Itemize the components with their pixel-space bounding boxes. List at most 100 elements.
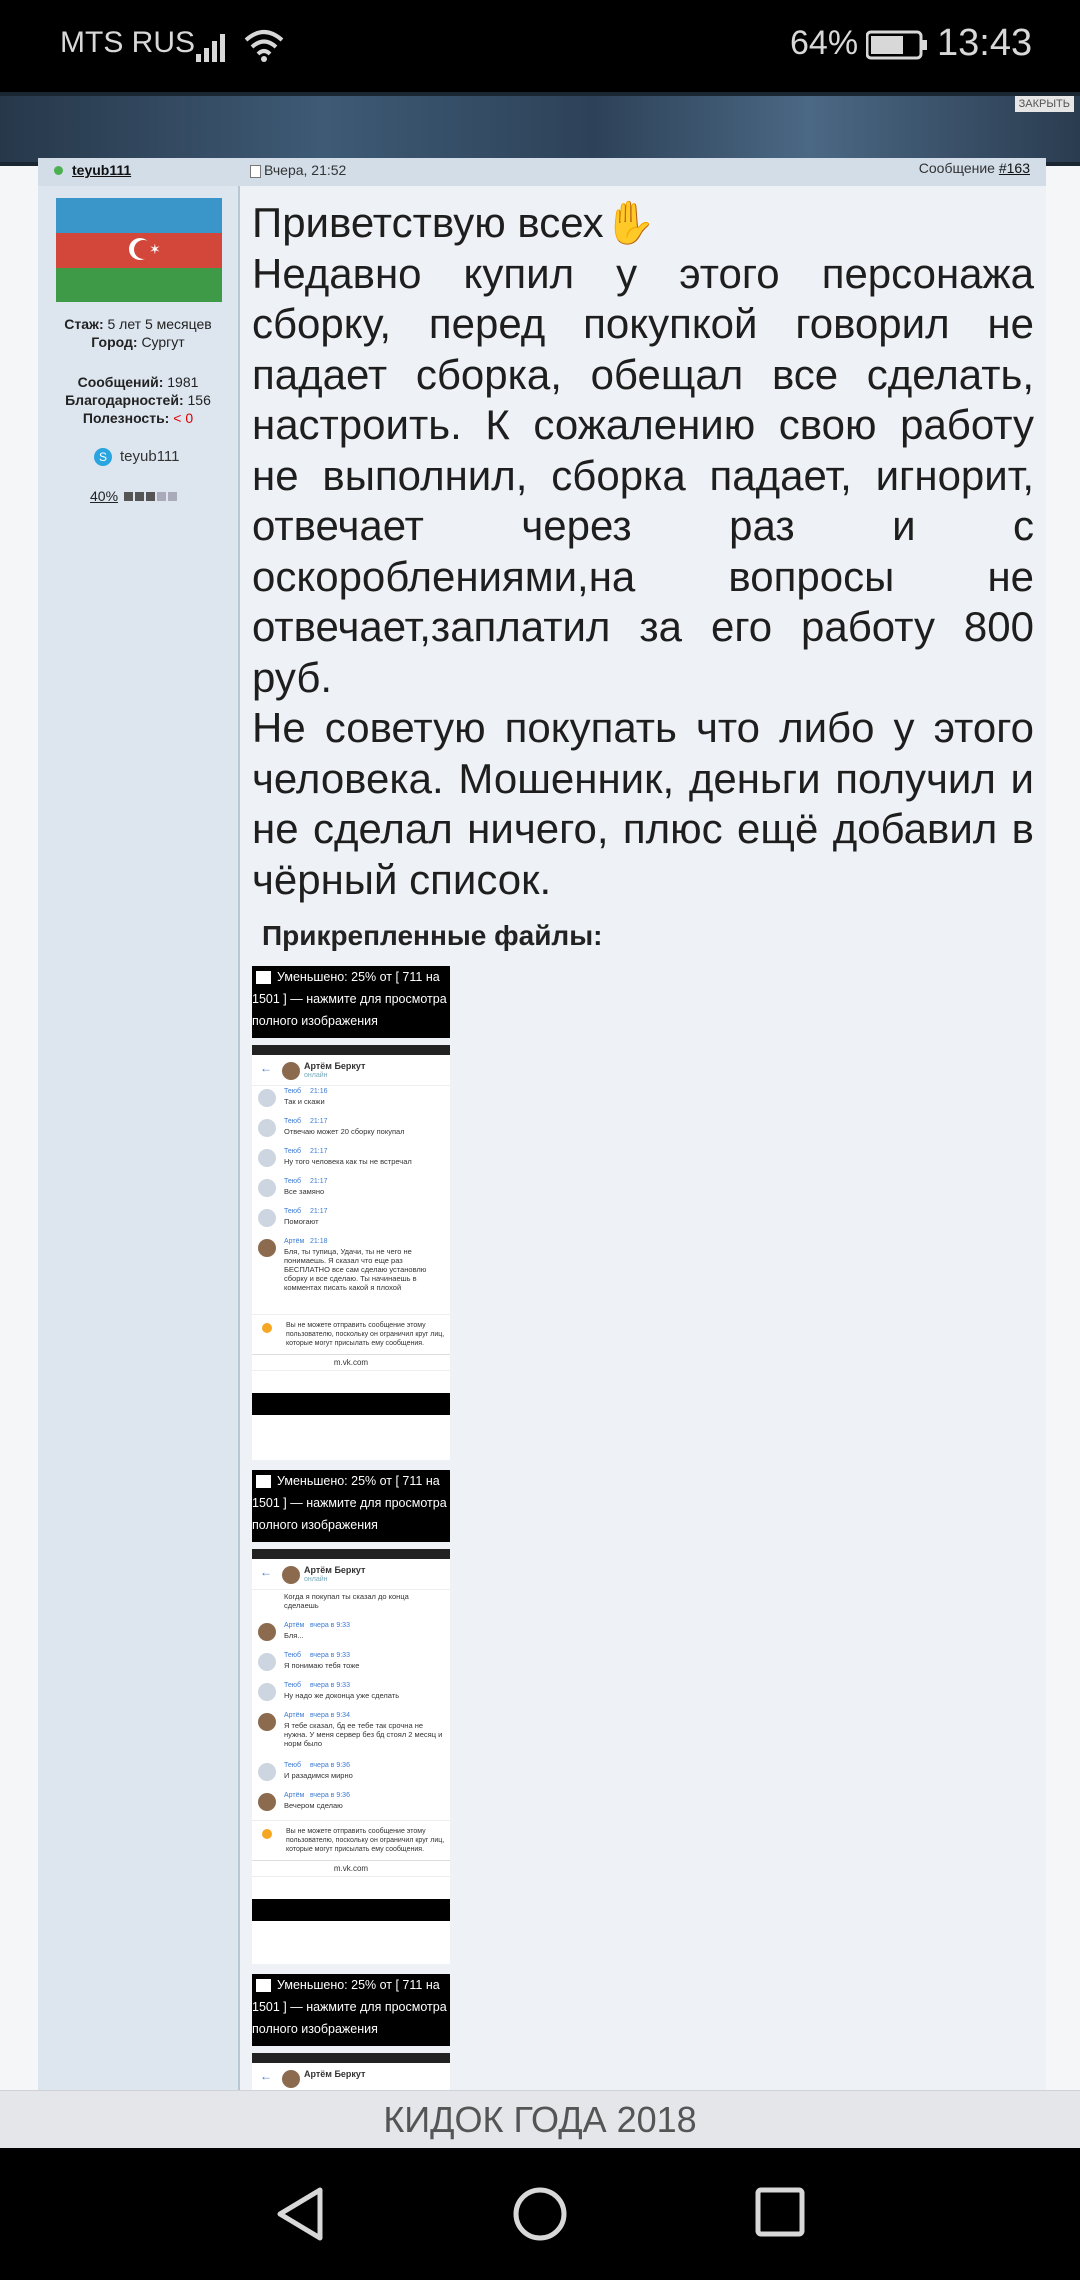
battery-icon [866,30,927,60]
chat-author: Артём [284,1712,305,1719]
thanks-value: 156 [187,392,211,408]
battery-percent: 64% [790,24,859,62]
attachment-screenshot-3[interactable]: ← Артём Беркут [252,2053,450,2090]
thumbnail-caption-2[interactable]: Уменьшено: 25% от [ 711 на 1501 ] — нажм… [252,1470,450,1542]
back-arrow-icon: ← [260,1061,272,1075]
forum-post: teyub111 Вчера, 21:52 Сообщение #163 ✶ С… [38,158,1046,2090]
city-value: Сургут [141,334,185,350]
chat-contact-name: Артём Беркут [304,1061,366,1071]
wifi-icon [244,30,284,62]
thumbnail-caption-text: Уменьшено: 25% от [ 711 на 1501 ] — нажм… [252,970,447,1028]
user-stazh: Стаж: 5 лет 5 месяцев [38,316,238,332]
chat-contact-status: онлайн [304,1576,328,1583]
chat-time: 21:17 [310,1178,328,1185]
chat-time: вчера в 9:36 [310,1792,350,1799]
thumbnail-caption-1[interactable]: Уменьшено: 25% от [ 711 на 1501 ] — нажм… [252,966,450,1038]
chat-time: вчера в 9:33 [310,1652,350,1659]
chat-author: Теюб [284,1118,302,1125]
back-nav-icon[interactable] [272,2184,328,2244]
chat-text: И разадимся мирно [284,1771,353,1780]
user-panel: ✶ Стаж: 5 лет 5 месяцев Город: Сургут Со… [38,186,240,2090]
attachment-screenshot-1[interactable]: ← Артём Беркут онлайн Теюб 21:16 Так и скажи… [252,1045,450,1460]
thumbnail-caption-text: Уменьшено: 25% от [ 711 на 1501 ] — нажм… [252,1474,447,1532]
chat-text: Бля, ты тупица, Удачи, ты не чего не пон… [284,1247,427,1292]
chat-author: Теюб [284,1652,302,1659]
chat-time: вчера в 9:36 [310,1762,350,1769]
user-posts: Сообщений: 1981 [38,374,238,390]
chat-author: Теюб [284,1148,302,1155]
useful-value: < 0 [173,410,194,426]
user-thanks: Благодарностей: 156 [38,392,238,408]
chat-time: 21:18 [310,1238,328,1245]
reputation-bar-3 [146,492,155,501]
chat-author: Артём [284,1622,305,1629]
carrier-name: MTS RUS [60,26,195,59]
chat-text: Я понимаю тебя тоже [284,1661,360,1670]
image-icon [256,971,271,985]
avatar [282,2070,300,2088]
message-number-link[interactable]: #163 [999,160,1030,176]
chat-text: Ну того человека как ты не встречал [284,1157,412,1166]
clock: 13:43 [937,22,1033,64]
avatar [282,1062,300,1080]
online-status-icon [54,166,63,175]
post-date: Вчера, 21:52 [264,162,347,178]
thanks-label: Благодарностей: [65,392,184,408]
chat-author: Артём [284,1238,305,1245]
browser-url: m.vk.com [252,1860,450,1876]
chat-time: 21:17 [310,1118,328,1125]
chat-text: Когда я покупал ты сказал до конца сдела… [284,1592,409,1610]
chat-text: Отвечаю может 20 сборку покупал [284,1127,405,1136]
thumbnail-caption-3[interactable]: Уменьшено: 25% от [ 711 на 1501 ] — нажм… [252,1974,450,2046]
post-document-icon [250,165,261,178]
image-icon [256,1979,271,1993]
chat-time: вчера в 9:34 [310,1712,350,1719]
stazh-value: 5 лет 5 месяцев [107,316,212,332]
chat-author: Теюб [284,1762,302,1769]
chat-time: вчера в 9:33 [310,1682,350,1689]
home-nav-icon[interactable] [510,2184,570,2244]
chat-time: 21:17 [310,1148,328,1155]
status-bar: MTS RUS 64% 13:43 [0,0,1080,92]
chat-text: Так и скажи [284,1097,325,1106]
message-number: Сообщение #163 [919,160,1030,176]
user-usefulness: Полезность: < 0 [38,410,238,426]
avatar[interactable]: ✶ [56,198,222,302]
post-paragraph: Недавно купил у этого персонажа сборку, … [252,249,1034,701]
skype-name[interactable]: teyub111 [120,448,180,465]
chat-time: 21:16 [310,1088,328,1095]
signal-icon [196,34,225,62]
chat-time: 21:17 [310,1208,328,1215]
thumbnail-caption-text: Уменьшено: 25% от [ 711 на 1501 ] — нажм… [252,1978,447,2036]
post-paragraph: Не советую покупать что либо у этого чел… [252,704,1034,903]
reputation-bar-5 [168,492,177,501]
chat-author: Теюб [284,1208,302,1215]
reputation-value: 40 [90,488,106,504]
attachment-screenshot-2[interactable]: ← Артём Беркут онлайн Когда я покупал ты с… [252,1549,450,1964]
attachments-title: Прикрепленные файлы: [262,920,603,951]
reputation-bar-1 [124,492,133,501]
skype-icon[interactable]: S [94,448,112,466]
banner-close-button[interactable]: ЗАКРЫТЬ [1014,96,1074,112]
post-text: Приветствую всех✋ Недавно купил у этого … [252,198,1034,905]
post-paragraph: Приветствую всех✋ [252,199,656,246]
back-arrow-icon: ← [260,2069,272,2083]
recents-nav-icon[interactable] [754,2186,808,2240]
chat-text: Бля... [284,1631,304,1640]
chat-author: Теюб [284,1178,302,1185]
thread-title-bar[interactable]: КИДОК ГОДА 2018 [0,2090,1080,2149]
chat-text: Помогают [284,1217,319,1226]
useful-label: Полезность: [82,410,170,426]
posts-label: Сообщений: [77,374,164,390]
back-arrow-icon: ← [260,1565,272,1579]
post-author-link[interactable]: teyub111 [72,162,131,178]
reputation-bar-4 [157,492,166,501]
browser-url: m.vk.com [252,1354,450,1370]
chat-author: Артём [284,1792,305,1799]
chat-warning: Вы не можете отправить сообщение этому п… [252,1820,450,1860]
chat-text: Все замяно [284,1187,325,1196]
chat-author: Теюб [284,1088,302,1095]
image-icon [256,1475,271,1489]
message-label: Сообщение [918,160,995,176]
stazh-label: Стаж: [64,316,104,332]
